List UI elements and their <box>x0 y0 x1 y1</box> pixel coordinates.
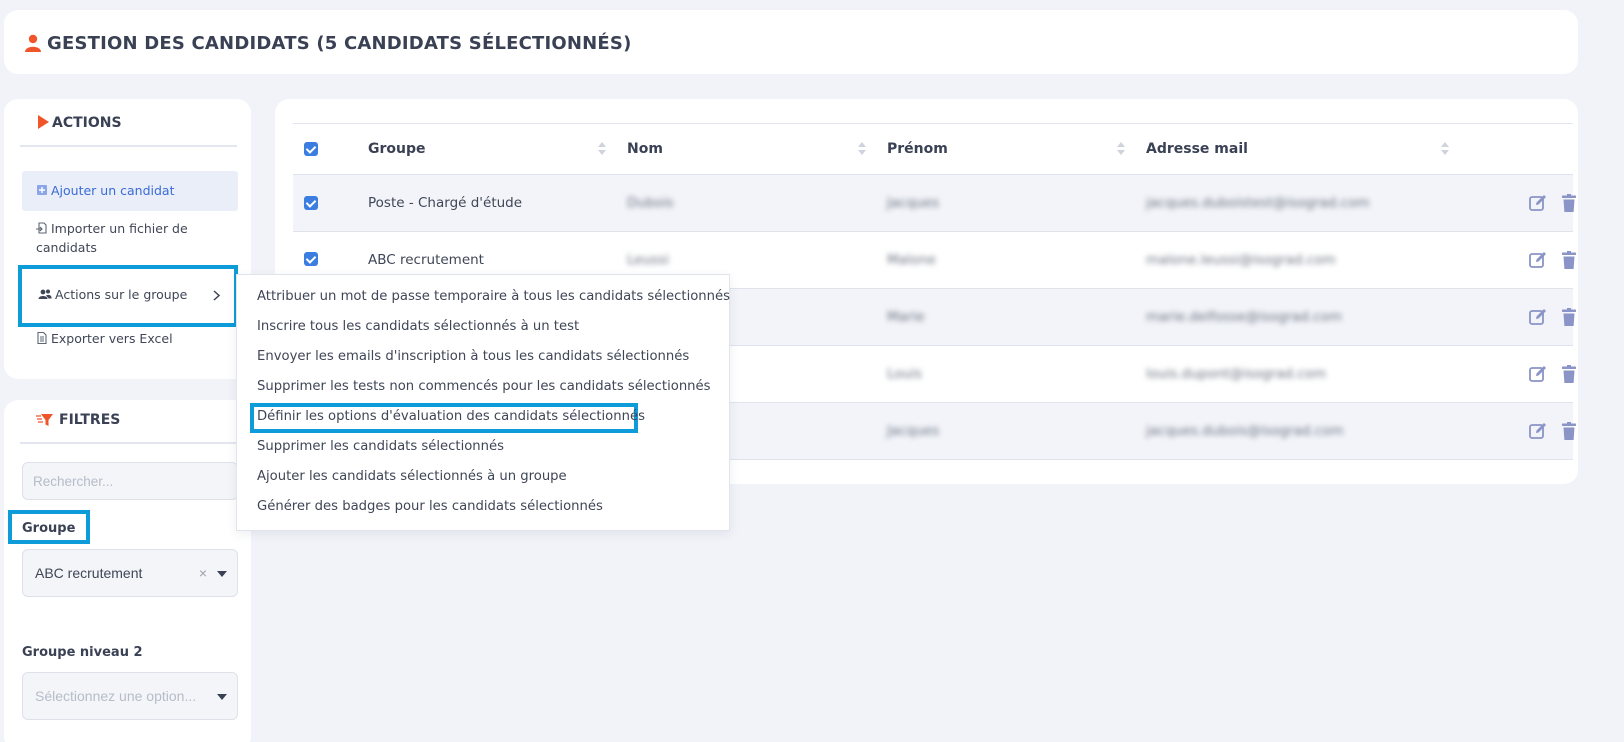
users-icon <box>38 289 52 299</box>
sort-icon[interactable] <box>1117 142 1125 156</box>
column-nom[interactable]: Nom <box>627 141 663 157</box>
edit-icon[interactable] <box>1528 364 1548 384</box>
group-actions-menu: Attribuer un mot de passe temporaire à t… <box>236 274 730 531</box>
menu-item-delete-candidates[interactable]: Supprimer les candidats sélectionnés <box>257 439 504 454</box>
file-import-icon <box>36 222 47 234</box>
filters-panel: FILTRES Groupe ABC recrutement × Groupe … <box>4 400 251 742</box>
table-header: Groupe Nom Prénom Adresse mail <box>293 123 1573 175</box>
select-all-checkbox[interactable] <box>304 142 318 156</box>
clear-icon[interactable]: × <box>199 565 207 581</box>
actions-header: ACTIONS <box>20 103 237 147</box>
edit-icon[interactable] <box>1528 307 1548 327</box>
cell-groupe: Poste - Chargé d'étude <box>368 195 523 211</box>
sort-icon[interactable] <box>598 142 606 156</box>
chevron-right-icon <box>213 290 220 301</box>
cell-email: malone.leussi@isograd.com <box>1146 252 1336 268</box>
filter-icon <box>36 414 53 426</box>
export-excel-label: Exporter vers Excel <box>51 331 173 346</box>
cell-prenom: Jacques <box>887 195 940 211</box>
table-row: Poste - Chargé d'étude Dubois Jacques ja… <box>293 175 1576 232</box>
cell-prenom: Marie <box>887 309 925 325</box>
trash-icon[interactable] <box>1559 193 1579 213</box>
cell-prenom: Louis <box>887 366 922 382</box>
play-icon <box>38 115 49 129</box>
row-checkbox[interactable] <box>304 252 318 266</box>
page-title: GESTION DES CANDIDATS (5 CANDIDATS SÉLEC… <box>47 33 632 54</box>
menu-item-evaluation-options[interactable]: Définir les options d'évaluation des can… <box>257 409 645 424</box>
column-groupe[interactable]: Groupe <box>368 141 426 157</box>
group-actions-item[interactable]: Actions sur le groupe <box>18 265 238 327</box>
group2-label: Groupe niveau 2 <box>22 645 143 660</box>
page-header: GESTION DES CANDIDATS (5 CANDIDATS SÉLEC… <box>4 10 1578 74</box>
group-select[interactable]: ABC recrutement × <box>22 549 238 597</box>
cell-email: marie.delfosse@isograd.com <box>1146 309 1342 325</box>
user-icon <box>25 34 41 52</box>
edit-icon[interactable] <box>1528 421 1548 441</box>
import-file-item[interactable]: Importer un fichier de candidats <box>22 217 238 261</box>
cell-email: louis.dupont@isograd.com <box>1146 366 1327 382</box>
filters-header: FILTRES <box>20 400 237 444</box>
menu-item-add-to-group[interactable]: Ajouter les candidats sélectionnés à un … <box>257 469 567 484</box>
file-icon <box>37 332 47 344</box>
add-candidate-item[interactable]: Ajouter un candidat <box>22 171 238 211</box>
sort-icon[interactable] <box>858 142 866 156</box>
edit-icon[interactable] <box>1528 193 1548 213</box>
search-input[interactable] <box>22 462 238 500</box>
group2-select-placeholder: Sélectionnez une option... <box>35 688 197 704</box>
caret-down-icon <box>217 694 227 700</box>
trash-icon[interactable] <box>1559 307 1579 327</box>
menu-item-delete-tests[interactable]: Supprimer les tests non commencés pour l… <box>257 379 711 394</box>
plus-square-icon <box>37 185 47 195</box>
cell-nom: Leussi <box>627 252 669 268</box>
trash-icon[interactable] <box>1559 364 1579 384</box>
add-candidate-label: Ajouter un candidat <box>51 183 175 198</box>
sort-icon[interactable] <box>1441 142 1449 156</box>
column-prenom[interactable]: Prénom <box>887 141 948 157</box>
cell-prenom: Jacques <box>887 423 940 439</box>
trash-icon[interactable] <box>1559 250 1579 270</box>
group2-select[interactable]: Sélectionnez une option... <box>22 672 238 720</box>
caret-down-icon <box>217 571 227 577</box>
menu-item-send-emails[interactable]: Envoyer les emails d'inscription à tous … <box>257 349 689 364</box>
group-select-value: ABC recrutement <box>35 565 143 581</box>
filters-title: FILTRES <box>59 412 121 428</box>
menu-item-temp-password[interactable]: Attribuer un mot de passe temporaire à t… <box>257 289 730 304</box>
menu-item-generate-badges[interactable]: Générer des badges pour les candidats sé… <box>257 499 603 514</box>
row-checkbox[interactable] <box>304 196 318 210</box>
cell-prenom: Malone <box>887 252 936 268</box>
cell-email: jacques.duboistest@isograd.com <box>1146 195 1370 211</box>
cell-groupe: ABC recrutement <box>368 252 484 268</box>
export-excel-item[interactable]: Exporter vers Excel <box>22 331 238 357</box>
group-label: Groupe <box>22 521 76 536</box>
trash-icon[interactable] <box>1559 421 1579 441</box>
column-email[interactable]: Adresse mail <box>1146 141 1248 157</box>
actions-panel: ACTIONS Ajouter un candidat Importer un … <box>4 99 251 379</box>
actions-title: ACTIONS <box>52 115 122 131</box>
edit-icon[interactable] <box>1528 250 1548 270</box>
import-file-label: Importer un fichier de candidats <box>36 221 188 255</box>
cell-email: jacques.dubois@isograd.com <box>1146 423 1344 439</box>
menu-item-enroll-test[interactable]: Inscrire tous les candidats sélectionnés… <box>257 319 579 334</box>
group-actions-label: Actions sur le groupe <box>55 287 188 302</box>
cell-nom: Dubois <box>627 195 674 211</box>
